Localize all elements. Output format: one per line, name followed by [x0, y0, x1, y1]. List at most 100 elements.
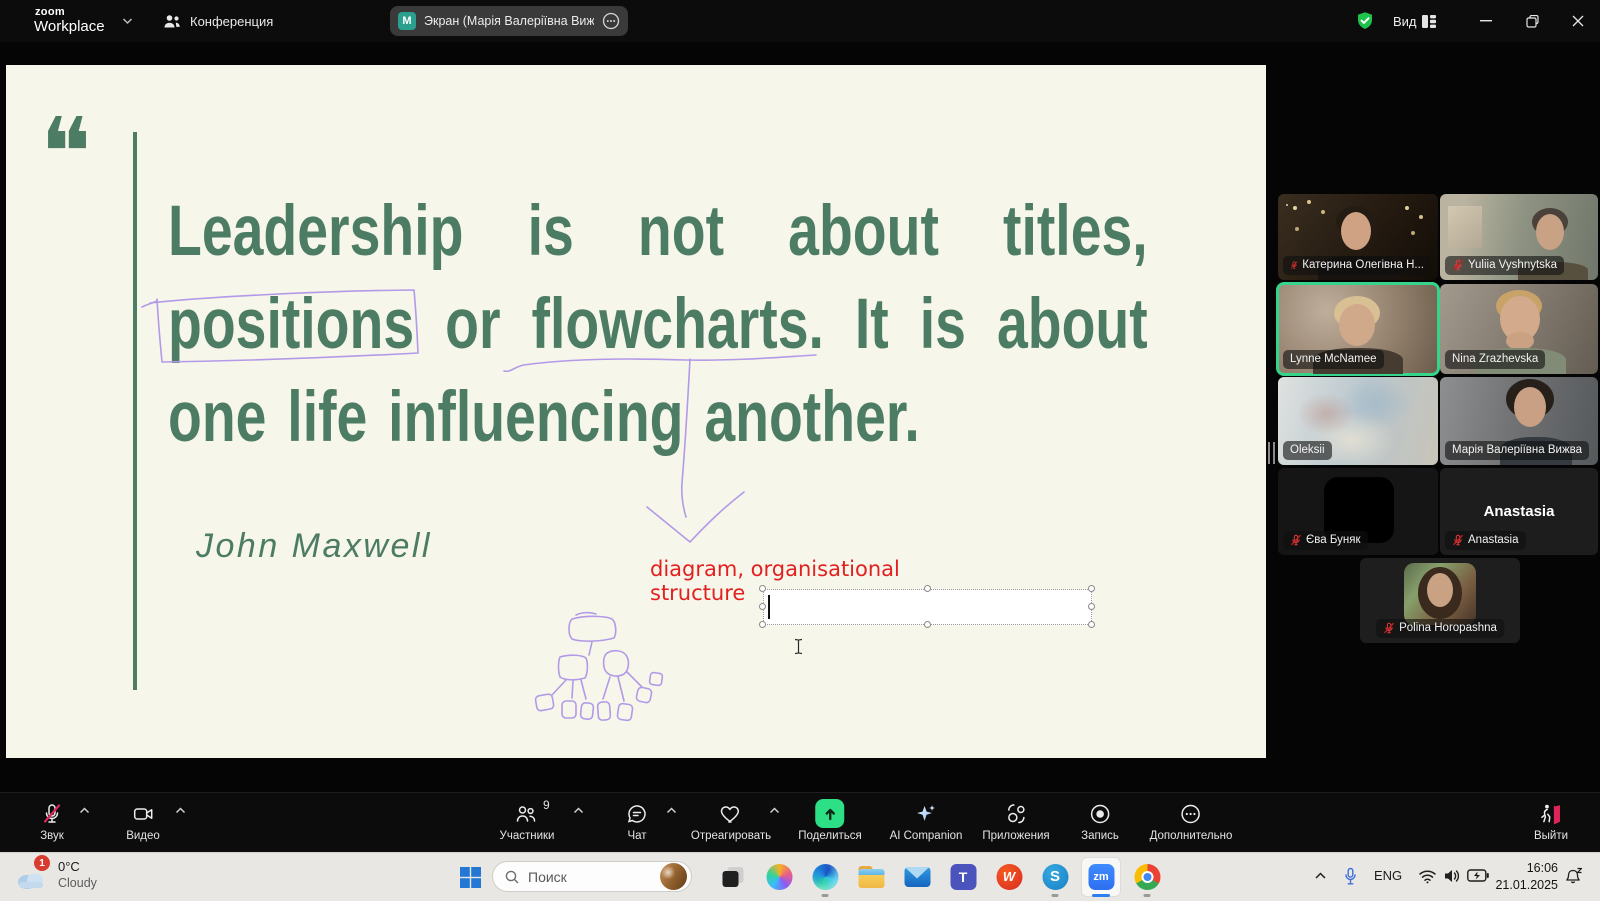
close-button[interactable]: [1563, 7, 1593, 35]
task-view-icon[interactable]: [720, 863, 747, 890]
volume-icon[interactable]: [1443, 868, 1461, 884]
textbox-resize-handle[interactable]: [924, 621, 931, 628]
mic-muted-icon: [1290, 261, 1298, 269]
apps-button[interactable]: Приложения: [982, 800, 1050, 842]
participant-name: Марія Валеріївна Вижва: [1452, 443, 1583, 456]
participant-tile[interactable]: Катерина Олегівна Н...: [1278, 194, 1438, 280]
notification-bell-icon[interactable]: [1565, 867, 1583, 887]
participants-icon: 9: [514, 798, 550, 827]
textbox-resize-handle[interactable]: [759, 621, 766, 628]
edge-icon[interactable]: [812, 863, 839, 890]
tray-time: 16:06: [1526, 861, 1558, 875]
workspace-chevron-down-icon[interactable]: [122, 17, 133, 25]
active-app-indicator: [1092, 894, 1110, 897]
participant-label: Oleksii: [1283, 440, 1332, 460]
wps-office-icon[interactable]: W: [996, 863, 1023, 890]
mic-muted-icon: [1452, 259, 1464, 271]
apps-icon: [1004, 800, 1028, 827]
running-app-indicator: [1051, 894, 1059, 897]
copilot-icon[interactable]: [766, 863, 793, 890]
more-button[interactable]: Дополнительно: [1150, 800, 1232, 842]
participants-count-badge: 9: [542, 798, 550, 812]
layout-grid-icon[interactable]: [1421, 14, 1437, 29]
reactions-label: Отреагировать: [690, 830, 772, 842]
view-menu[interactable]: Вид: [1393, 14, 1417, 29]
reactions-options-chevron[interactable]: [769, 807, 780, 814]
participant-tile[interactable]: Єва Буняк: [1278, 468, 1438, 555]
participant-tile[interactable]: Yuliia Vyshnytska: [1440, 194, 1598, 280]
tab-conference[interactable]: Конференция: [162, 9, 273, 33]
reactions-button[interactable]: Отреагировать: [691, 800, 771, 842]
leave-button[interactable]: Выйти: [1534, 800, 1568, 842]
security-shield-icon[interactable]: [1355, 11, 1375, 31]
restore-button[interactable]: [1517, 7, 1547, 35]
participant-tile[interactable]: Марія Валеріївна Вижва: [1440, 377, 1598, 465]
weather-condition: Cloudy: [58, 876, 97, 890]
chat-icon: [625, 800, 649, 827]
wifi-icon[interactable]: [1418, 869, 1437, 884]
ai-companion-button[interactable]: AI Companion: [890, 800, 962, 842]
share-screen-button[interactable]: Поделиться: [798, 799, 862, 842]
minimize-button[interactable]: [1471, 7, 1501, 35]
participant-tile-active-speaker[interactable]: Lynne McNamee: [1276, 282, 1440, 376]
taskbar-search[interactable]: Поиск: [492, 861, 692, 892]
video-options-chevron[interactable]: [175, 807, 186, 814]
textbox-resize-handle[interactable]: [759, 585, 766, 592]
apps-label: Приложения: [982, 830, 1050, 842]
teams-icon[interactable]: T: [950, 863, 977, 890]
search-highlight-image[interactable]: [660, 863, 687, 890]
participants-button[interactable]: 9 Участники: [500, 798, 555, 842]
skype-icon[interactable]: S: [1042, 863, 1069, 890]
leave-label: Выйти: [1533, 830, 1569, 842]
chrome-icon[interactable]: [1134, 863, 1161, 890]
participant-tile[interactable]: Polina Horopashna: [1360, 558, 1520, 643]
file-explorer-icon[interactable]: [858, 863, 885, 890]
participant-tile[interactable]: Nina Zrazhevska: [1440, 284, 1598, 374]
more-ellipsis-icon: [1179, 800, 1203, 827]
windows-start-button[interactable]: [460, 867, 481, 888]
participant-tile[interactable]: Anastasia Anastasia: [1440, 468, 1598, 555]
tray-mic-icon[interactable]: [1343, 867, 1358, 887]
tray-language[interactable]: ENG: [1374, 868, 1402, 883]
participant-label: Polina Horopashna: [1376, 618, 1504, 638]
quote-author: John Maxwell: [196, 527, 432, 565]
participant-tile[interactable]: Oleksii: [1278, 377, 1438, 465]
textbox-resize-handle[interactable]: [759, 603, 766, 610]
zoom-app-icon[interactable]: zm: [1088, 863, 1115, 890]
textbox-resize-handle[interactable]: [1088, 603, 1095, 610]
textbox-resize-handle[interactable]: [1088, 585, 1095, 592]
workplace-logo: Workplace: [34, 18, 105, 35]
audio-button[interactable]: Звук: [40, 800, 64, 842]
chat-button[interactable]: Чат: [625, 800, 649, 842]
mic-muted-icon: [1290, 534, 1302, 546]
participant-label: Lynne McNamee: [1283, 349, 1384, 369]
participant-label: Yuliia Vyshnytska: [1445, 255, 1565, 275]
quote-line-3: one life influencing another.: [168, 378, 920, 457]
participant-label: Anastasia: [1445, 530, 1526, 550]
quote-vertical-rule: [133, 132, 137, 690]
mail-icon[interactable]: [904, 863, 931, 890]
slide-textbox[interactable]: [763, 589, 1092, 625]
video-button[interactable]: Видео: [126, 800, 160, 842]
participant-label: Марія Валеріївна Вижва: [1445, 440, 1590, 460]
tab-more-icon[interactable]: [602, 12, 620, 30]
running-app-indicator: [1143, 894, 1151, 897]
record-label: Запись: [1081, 830, 1119, 842]
chat-options-chevron[interactable]: [666, 807, 677, 814]
participants-options-chevron[interactable]: [573, 807, 584, 814]
textbox-resize-handle[interactable]: [1088, 621, 1095, 628]
textbox-resize-handle[interactable]: [924, 585, 931, 592]
audio-options-chevron[interactable]: [79, 807, 90, 814]
panel-resize-handle[interactable]: [1268, 442, 1275, 464]
tab-avatar: M: [398, 12, 416, 30]
record-button[interactable]: Запись: [1081, 800, 1119, 842]
heart-icon: [719, 800, 743, 827]
tab-conference-label: Конференция: [190, 13, 274, 29]
tray-expand-chevron-icon[interactable]: [1314, 871, 1327, 880]
mic-muted-icon: [1384, 622, 1395, 634]
tab-screen-share[interactable]: M Экран (Марія Валеріївна Вижва: [390, 6, 628, 36]
tray-clock[interactable]: 16:06 21.01.2025: [1480, 860, 1558, 894]
quote-line-2: positions or flowcharts. It is about: [168, 285, 1148, 364]
zoom-logo: zoom: [35, 6, 65, 18]
camera-icon: [131, 800, 155, 827]
